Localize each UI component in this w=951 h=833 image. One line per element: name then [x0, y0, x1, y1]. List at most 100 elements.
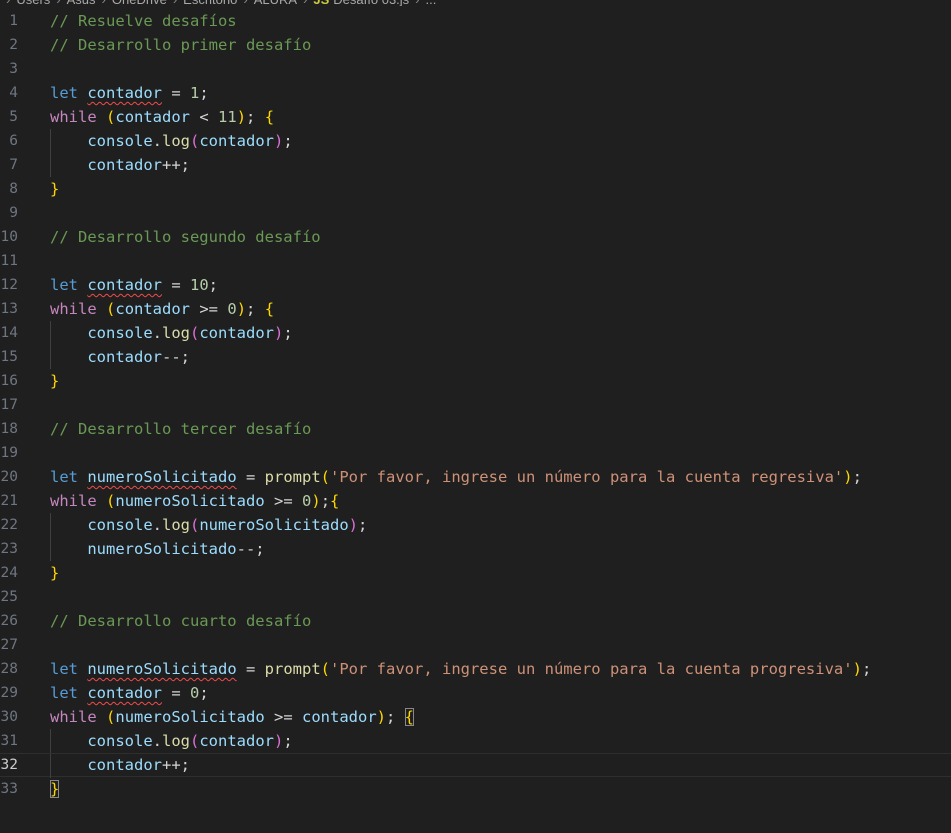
code-token: ( [320, 468, 330, 486]
code-token: --; [161, 348, 190, 366]
chevron-right-icon: › [173, 0, 177, 6]
code-text: console.log(contador); [50, 729, 293, 753]
code-line[interactable]: 2 // Desarrollo primer desafío [0, 33, 951, 57]
code-line[interactable]: 22 console.log(numeroSolicitado); [0, 513, 951, 537]
line-number: 28 [0, 661, 18, 677]
comment-token: // Desarrollo primer desafío [50, 36, 312, 54]
comment-token: // Resuelve desafíos [50, 12, 237, 30]
line-number: 27 [0, 637, 18, 653]
code-token: } [50, 564, 60, 582]
code-line[interactable]: 27 [0, 633, 951, 657]
breadcrumb-segment[interactable]: ALURA [254, 0, 297, 6]
code-token: ) [852, 660, 862, 678]
code-token: contador [115, 108, 191, 126]
code-line[interactable]: 28 let numeroSolicitado = prompt('Por fav… [0, 657, 951, 681]
breadcrumb-segment[interactable]: Escritorio [183, 0, 237, 6]
code-token: numeroSolicitado [115, 492, 265, 510]
code-line[interactable]: 24} [0, 561, 951, 585]
code-line[interactable]: 14 console.log(contador); [0, 321, 951, 345]
code-line[interactable]: 17 [0, 393, 951, 417]
code-token: . [152, 732, 162, 750]
code-line[interactable]: 11 [0, 249, 951, 273]
line-number: 6 [9, 133, 18, 149]
code-text: while (numeroSolicitado >= contador); { [50, 705, 415, 729]
code-line[interactable]: 7 contador++; [0, 153, 951, 177]
chevron-right-icon: › [303, 0, 307, 6]
code-line[interactable]: 18 // Desarrollo tercer desafío [0, 417, 951, 441]
code-line[interactable]: 19 [0, 441, 951, 465]
code-token: contador [199, 132, 274, 150]
code-token: 'Por favor, ingrese un número para la cu… [330, 468, 844, 486]
line-number: 13 [0, 301, 18, 317]
breadcrumb-segment[interactable]: ... [426, 0, 437, 6]
line-number: 10 [0, 229, 18, 245]
line-number: 19 [0, 445, 18, 461]
code-line[interactable]: 5 while (contador < 11); { [0, 105, 951, 129]
code-line[interactable]: 4 let contador = 1; [0, 81, 951, 105]
code-token: prompt [264, 660, 321, 678]
code-line[interactable]: 16} [0, 369, 951, 393]
code-token: { [264, 108, 275, 126]
code-token: numeroSolicitado [115, 708, 265, 726]
code-token: contador [87, 84, 162, 102]
code-token: . [152, 324, 162, 342]
code-token: { [264, 300, 275, 318]
code-line[interactable]: 1 // Resuelve desafíos [0, 9, 951, 33]
code-line[interactable]: 25 [0, 585, 951, 609]
code-line[interactable]: 9 [0, 201, 951, 225]
breadcrumb: › Users › Asus › OneDrive › Escritorio › ALURA › JS… [0, 0, 436, 6]
code-line[interactable]: 30 while (numeroSolicitado >= contador); … [0, 705, 951, 729]
code-line[interactable]: 10 // Desarrollo segundo desafío [0, 225, 951, 249]
code-token: ; [386, 708, 405, 726]
breadcrumb-segment[interactable]: Users [16, 0, 50, 6]
code-line[interactable]: 26 // Desarrollo cuarto desafío [0, 609, 951, 633]
line-number: 24 [0, 565, 18, 581]
code-token: prompt [264, 468, 321, 486]
code-token: ( [190, 324, 200, 342]
comment-token: // Desarrollo segundo desafío [50, 228, 321, 246]
code-line[interactable]: 6 console.log(contador); [0, 129, 951, 153]
code-token: ) [348, 516, 358, 534]
code-text: } [50, 177, 59, 201]
code-line[interactable]: 32 contador++; [0, 753, 951, 778]
code-token: ; [246, 108, 265, 126]
code-token: >= [264, 492, 302, 510]
code-token: ) [274, 732, 284, 750]
code-token: ; [199, 684, 209, 702]
code-text: while (contador >= 0); { [50, 297, 274, 321]
code-line[interactable]: 3 [0, 57, 951, 81]
code-line[interactable]: 23 numeroSolicitado--; [0, 537, 951, 561]
breadcrumb-segment[interactable]: Asus [67, 0, 96, 6]
code-line[interactable]: 8} [0, 177, 951, 201]
code-token: { [404, 708, 415, 726]
code-editor[interactable]: 1 // Resuelve desafíos 2 // Desarrollo prim… [0, 9, 951, 801]
code-token: log [162, 516, 190, 534]
code-token: = [162, 276, 190, 294]
line-number: 18 [0, 421, 18, 437]
code-line[interactable]: 21 while (numeroSolicitado >= 0);{ [0, 489, 951, 513]
code-token: 0 [190, 684, 200, 702]
code-token: ; [199, 84, 209, 102]
breadcrumb-segment[interactable]: OneDrive [112, 0, 167, 6]
code-token: { [330, 492, 340, 510]
code-line[interactable]: 29 let contador = 0; [0, 681, 951, 705]
code-text: // Desarrollo primer desafío [50, 33, 311, 57]
code-token: ; [283, 732, 293, 750]
code-line[interactable]: 15 contador--; [0, 345, 951, 369]
code-line[interactable]: 33} [0, 777, 951, 801]
code-token: ( [106, 492, 116, 510]
line-number: 26 [0, 613, 18, 629]
code-line[interactable]: 31 console.log(contador); [0, 729, 951, 753]
code-line[interactable]: 20 let numeroSolicitado = prompt('Por fav… [0, 465, 951, 489]
breadcrumb-segment[interactable]: Desafío 03.js [333, 0, 409, 6]
code-token: ; [861, 660, 872, 678]
line-number: 29 [0, 685, 18, 701]
code-line[interactable]: 13 while (contador >= 0); { [0, 297, 951, 321]
code-line[interactable]: 12 let contador = 10; [0, 273, 951, 297]
line-number: 7 [9, 157, 18, 173]
line-number: 31 [0, 733, 18, 749]
